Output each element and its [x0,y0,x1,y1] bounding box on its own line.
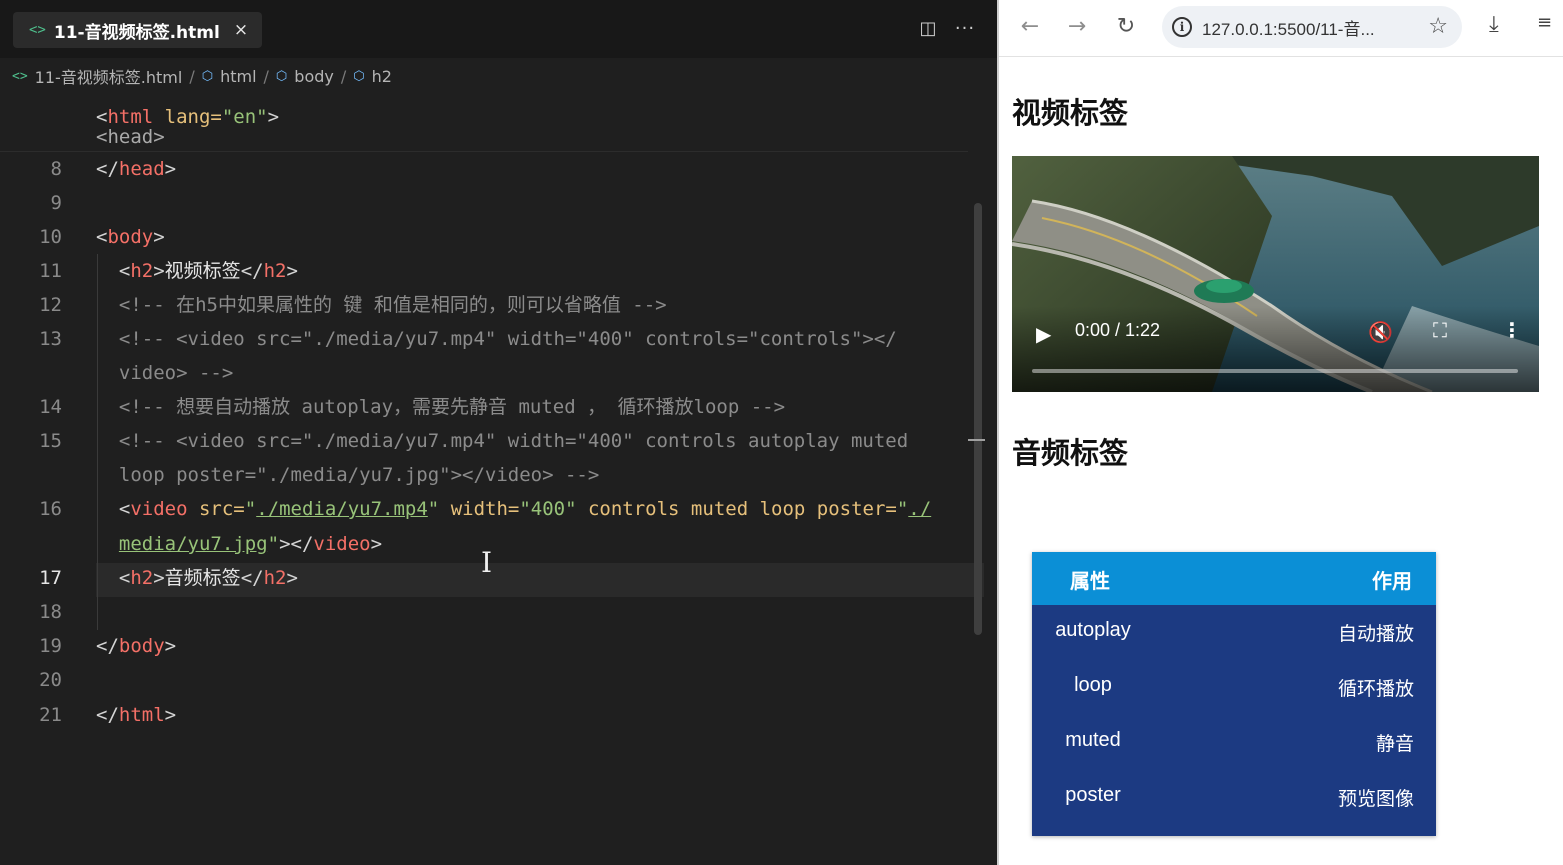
reload-icon[interactable]: ↻ [1113,14,1139,40]
attribute-name: autoplay [1055,619,1131,641]
element-icon: ⬡ [275,68,288,84]
download-icon[interactable]: ⤓ [1489,12,1499,37]
line-number: 20 [39,669,62,691]
line-number: 10 [39,226,62,248]
close-icon[interactable]: × [234,20,248,40]
table-row: muted 静音 [1032,715,1436,770]
play-icon[interactable]: ▶ [1036,322,1051,346]
video-player[interactable]: ▶ 0:00 / 1:22 🔇 ⛶ ⋮ [1012,156,1539,392]
video-heading: 视频标签 [1012,96,1129,130]
mute-icon[interactable]: 🔇 [1368,320,1393,344]
attribute-function: 静音 [1375,733,1414,755]
breadcrumb-html[interactable]: html [220,67,256,86]
line-number: 18 [39,601,62,623]
address-bar[interactable]: i 127.0.0.1:5500/11-音... ☆ [1162,6,1462,48]
breadcrumb-separator: / [340,66,347,86]
attribute-table: 属性 作用 autoplay 自动播放 loop 循环播放 muted 静音 p… [1032,552,1436,836]
attribute-name: loop [1074,674,1112,696]
line-number: 11 [39,260,62,282]
code-line-16b: media/yu7.jpg"></video> [118,533,383,555]
element-icon: ⬡ [353,68,365,84]
table-row: autoplay 自动播放 [1032,605,1436,660]
code-line-19: </body> [96,635,177,657]
code-line-14: <!-- 想要自动播放 autoplay，需要先静音 muted ， 循环播放l… [96,396,786,418]
bookmark-star-icon[interactable]: ☆ [1428,14,1448,39]
html-file-icon: <> [29,22,46,38]
video-more-icon[interactable]: ⋮ [1502,318,1522,342]
fullscreen-icon[interactable]: ⛶ [1433,318,1447,342]
attribute-function: 自动播放 [1337,623,1414,645]
line-number: 17 [39,567,62,589]
browser-toolbar: ← → ↻ i 127.0.0.1:5500/11-音... ☆ ⤓ ≡ [999,0,1563,57]
column-header-function: 作用 [1372,569,1412,593]
breadcrumb-separator: / [189,66,195,86]
code-line-13b: video> --> [96,362,234,384]
code-area[interactable]: 8 9 10 11 12 13 14 15 16 17 18 19 20 21 … [0,152,985,865]
split-editor-icon[interactable]: ◫ [917,18,939,40]
table-header: 属性 作用 [1032,552,1436,605]
more-actions-icon[interactable]: ··· [954,18,976,40]
code-line-15a: <!-- <video src="./media/yu7.mp4" width=… [96,430,909,452]
video-progress-bar[interactable] [1032,369,1518,373]
code-editor: <> 11-音视频标签.html × ◫ ··· <> 11-音视频标签.htm… [0,0,997,865]
code-line-13a: <!-- <video src="./media/yu7.mp4" width=… [96,328,897,350]
back-icon[interactable]: ← [1017,14,1043,40]
code-line-15b: loop poster="./media/yu7.jpg"></video> -… [96,464,600,486]
line-number: 16 [39,498,62,520]
code-line-11: <h2>视频标签</h2> [96,260,298,282]
line-number: 9 [50,192,62,214]
text-cursor-icon: I [481,546,493,579]
code-line-8: </head> [96,158,177,180]
url-text[interactable]: 127.0.0.1:5500/11-音... [1202,15,1427,40]
line-number: 21 [39,704,62,726]
menu-icon[interactable]: ≡ [1537,12,1552,33]
video-time: 0:00 / 1:22 [1075,320,1161,340]
line-number: 12 [39,294,62,316]
editor-tab[interactable]: <> 11-音视频标签.html × [13,12,263,48]
breadcrumb-separator: / [263,66,269,86]
element-icon: ⬡ [201,68,214,84]
line-number: 14 [39,396,62,418]
scrollbar-thumb[interactable] [974,203,982,635]
line-number: 13 [39,328,62,350]
table-row: poster 预览图像 [1032,770,1436,825]
scrollbar-cursor-marker [968,439,985,441]
attribute-function: 预览图像 [1337,788,1414,810]
table-row: loop 循环播放 [1032,660,1436,715]
attribute-function: 循环播放 [1337,678,1414,700]
forward-icon[interactable]: → [1064,14,1090,40]
tab-label: 11-音视频标签.html [53,22,220,43]
html-file-icon: <> [12,68,28,84]
attribute-name: poster [1065,784,1121,806]
info-icon[interactable]: i [1172,17,1192,37]
attribute-name: muted [1065,729,1121,751]
breadcrumb-file[interactable]: 11-音视频标签.html [35,64,183,88]
line-number: 8 [50,158,62,180]
line-number: 15 [39,430,62,452]
breadcrumb-h2[interactable]: h2 [372,67,392,86]
column-header-attribute: 属性 [1070,569,1110,593]
editor-tab-bar: <> 11-音视频标签.html × ◫ ··· [0,0,997,58]
code-line-10: <body> [96,226,165,248]
sticky-head-line: <head> [96,126,165,148]
video-controls: ▶ 0:00 / 1:22 🔇 ⛶ ⋮ [1012,306,1539,392]
breadcrumb: <> 11-音视频标签.html / ⬡ html / ⬡ body / ⬡ h… [12,64,392,88]
code-line-12: <!-- 在h5中如果属性的 键 和值是相同的，则可以省略值 --> [96,294,667,316]
sticky-scroll-header[interactable]: <html lang="en"> <head> [0,100,968,152]
audio-heading: 音频标签 [1012,436,1129,470]
code-line-16a: <video src="./media/yu7.mp4" width="400"… [96,498,932,520]
code-line-17: <h2>音频标签</h2> [96,567,298,589]
line-number: 19 [39,635,62,657]
breadcrumb-body[interactable]: body [294,67,334,86]
code-line-21: </html> [96,704,177,726]
